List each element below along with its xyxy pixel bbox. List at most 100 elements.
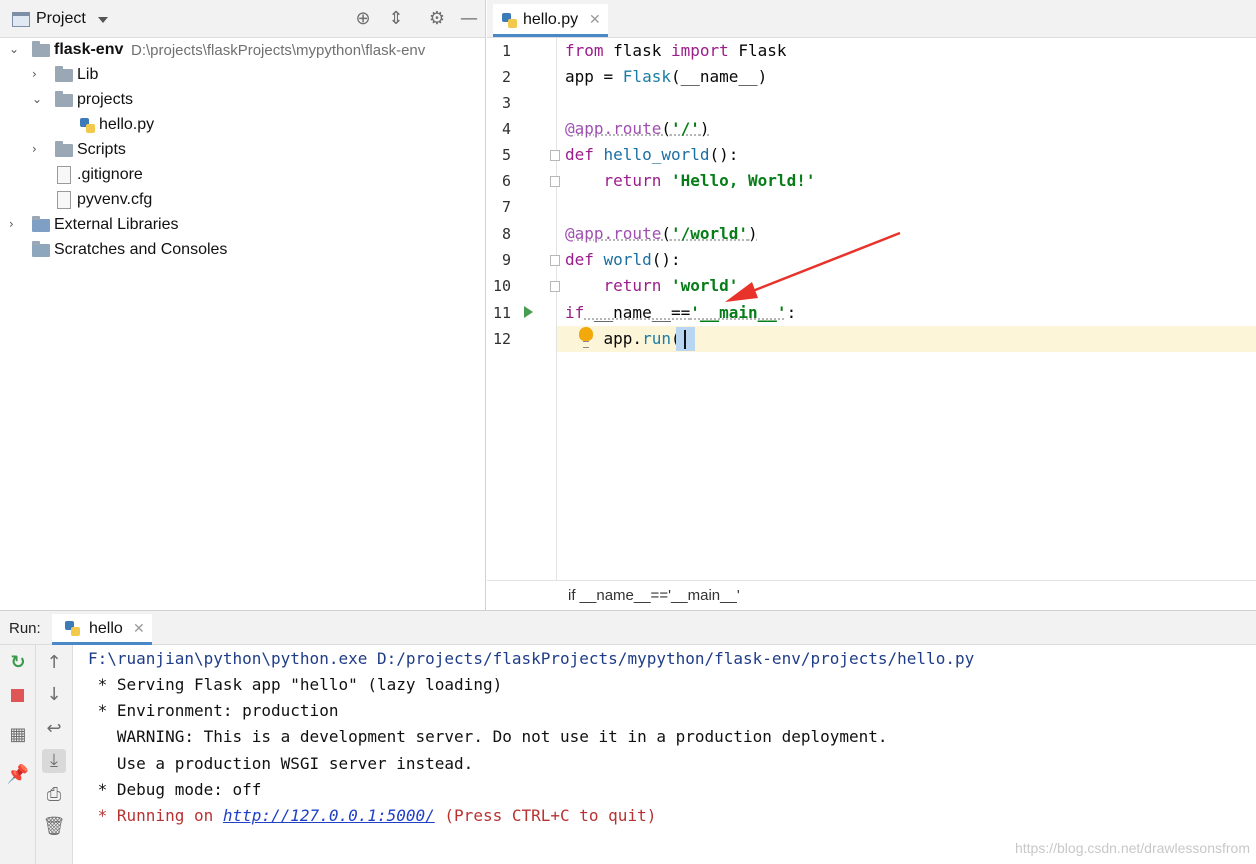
breadcrumb: if __name__=='__main__' — [487, 580, 1256, 610]
scroll-to-end-icon[interactable]: ⤓ — [42, 749, 66, 773]
tree-item-label: External Libraries — [54, 216, 179, 233]
gear-icon[interactable]: ⚙ — [427, 9, 447, 29]
tree-item-label: Lib — [77, 66, 99, 83]
code-token: flask — [603, 41, 671, 60]
chevron-right-icon[interactable]: › — [9, 218, 19, 230]
chevron-right-icon[interactable]: › — [32, 68, 42, 80]
tree-item-lib[interactable]: › Lib — [0, 63, 485, 88]
tree-item-flask-env[interactable]: ⌄ flask-env D:\projects\flaskProjects\my… — [0, 38, 485, 63]
fold-icon[interactable] — [550, 150, 560, 161]
line-number: 10 — [492, 277, 511, 295]
code-area[interactable]: from flask import Flask app = Flask(__na… — [565, 38, 1255, 580]
code-token: world — [593, 250, 652, 269]
code-line-1: from flask import Flask — [565, 38, 787, 64]
code-token: import — [670, 41, 729, 60]
line-number: 6 — [501, 172, 511, 190]
fold-icon[interactable] — [550, 281, 560, 292]
chevron-down-icon[interactable]: ⌄ — [32, 93, 42, 105]
layout-icon[interactable]: ▦ — [6, 723, 30, 747]
ignored-file-icon — [57, 166, 71, 184]
code-line-11: if __name__=='__main__': — [565, 300, 796, 326]
tree-item-gitignore[interactable]: .gitignore — [0, 163, 485, 188]
code-line-10: return 'world' — [565, 273, 739, 299]
code-token: '/' — [670, 119, 700, 138]
code-token: ( — [661, 119, 671, 138]
folder-icon — [32, 41, 50, 57]
code-line-8: @app.route('/world') — [565, 221, 758, 247]
run-toolbar: ↻ ▦ 📌 — [0, 645, 36, 864]
tree-item-label: pyvenv.cfg — [77, 191, 153, 208]
project-view-selector[interactable]: Project — [36, 10, 86, 28]
fold-icon[interactable] — [550, 255, 560, 266]
pin-icon[interactable]: 📌 — [6, 763, 30, 787]
python-run-icon — [65, 621, 80, 636]
chevron-down-icon[interactable] — [98, 17, 108, 23]
tree-item-projects[interactable]: ⌄ projects — [0, 88, 485, 113]
breadcrumb-item[interactable]: if __name__=='__main__' — [568, 587, 740, 604]
code-line-4: @app.route('/') — [565, 116, 710, 142]
project-header: Project ⊕ ⇕ ⚙ — — [0, 0, 485, 38]
run-label: Run: — [9, 620, 41, 637]
code-line-9: def world(): — [565, 247, 681, 273]
code-line-6: return 'Hello, World!' — [565, 168, 816, 194]
config-file-icon — [57, 191, 71, 209]
locate-file-icon[interactable]: ⊕ — [353, 9, 373, 29]
tab-hello-py[interactable]: hello.py ✕ — [493, 4, 608, 37]
line-number: 1 — [501, 42, 511, 60]
print-icon[interactable]: ⎙ — [42, 783, 66, 807]
code-token: from — [565, 41, 604, 60]
code-line-5: def hello_world(): — [565, 142, 738, 168]
tree-item-scratches[interactable]: Scratches and Consoles — [0, 238, 485, 263]
console-line: * Environment: production — [88, 701, 339, 720]
tree-item-label: Scratches and Consoles — [54, 241, 228, 258]
code-token: app = — [565, 67, 623, 86]
code-token: Flask — [622, 67, 671, 86]
tab-run-hello[interactable]: hello ✕ — [52, 614, 152, 645]
python-file-icon — [502, 13, 517, 28]
text-caret — [684, 330, 686, 349]
line-number: 2 — [501, 68, 511, 86]
line-number: 5 — [501, 146, 511, 164]
console-text: (Press CTRL+C to quit) — [434, 806, 657, 825]
code-token: ) — [748, 224, 758, 243]
arrow-down-icon[interactable]: ↓ — [42, 683, 66, 707]
line-number: 12 — [492, 330, 511, 348]
console-line: F:\ruanjian\python\python.exe D:/project… — [88, 649, 975, 668]
console-text: * Running on — [88, 806, 223, 825]
folder-icon — [55, 141, 73, 157]
lightbulb-icon[interactable] — [579, 327, 593, 348]
tree-item-label: projects — [77, 91, 134, 108]
run-gutter-icon[interactable] — [524, 306, 533, 318]
collapse-all-icon[interactable]: ⇕ — [386, 9, 406, 29]
arrow-up-icon[interactable]: ↑ — [42, 651, 66, 675]
hide-panel-icon[interactable]: — — [459, 9, 479, 29]
close-icon[interactable]: ✕ — [133, 621, 145, 637]
code-token: : — [786, 303, 797, 322]
tree-item-hello-py[interactable]: hello.py — [0, 113, 485, 138]
tree-item-external-libraries[interactable]: › External Libraries — [0, 213, 485, 238]
stop-icon[interactable] — [11, 689, 24, 702]
line-number: 8 — [501, 225, 511, 243]
tab-label: hello.py — [523, 11, 579, 28]
scratches-icon — [32, 241, 50, 257]
rerun-icon[interactable]: ↻ — [6, 651, 30, 675]
console-line: * Serving Flask app "hello" (lazy loadin… — [88, 675, 503, 694]
chevron-down-icon[interactable]: ⌄ — [9, 43, 19, 55]
trash-icon[interactable]: 🗑 — [42, 815, 66, 839]
tree-item-pyvenv[interactable]: pyvenv.cfg — [0, 188, 485, 213]
tree-item-scripts[interactable]: › Scripts — [0, 138, 485, 163]
folder-icon — [55, 66, 73, 82]
line-number: 9 — [501, 251, 511, 269]
fold-icon[interactable] — [550, 176, 560, 187]
line-number: 11 — [492, 304, 511, 322]
server-url-link[interactable]: http://127.0.0.1:5000/ — [223, 806, 435, 825]
console-line: WARNING: This is a development server. D… — [88, 727, 888, 746]
line-number: 4 — [501, 120, 511, 138]
chevron-right-icon[interactable]: › — [32, 143, 42, 155]
tree-item-path: D:\projects\flaskProjects\mypython\flask… — [131, 42, 426, 59]
code-line-2: app = Flask(__name__) — [565, 64, 767, 90]
close-icon[interactable]: ✕ — [589, 12, 601, 28]
code-token: app. — [565, 329, 643, 348]
soft-wrap-icon[interactable]: ↩ — [42, 717, 66, 741]
code-token: __name__== — [584, 303, 691, 322]
